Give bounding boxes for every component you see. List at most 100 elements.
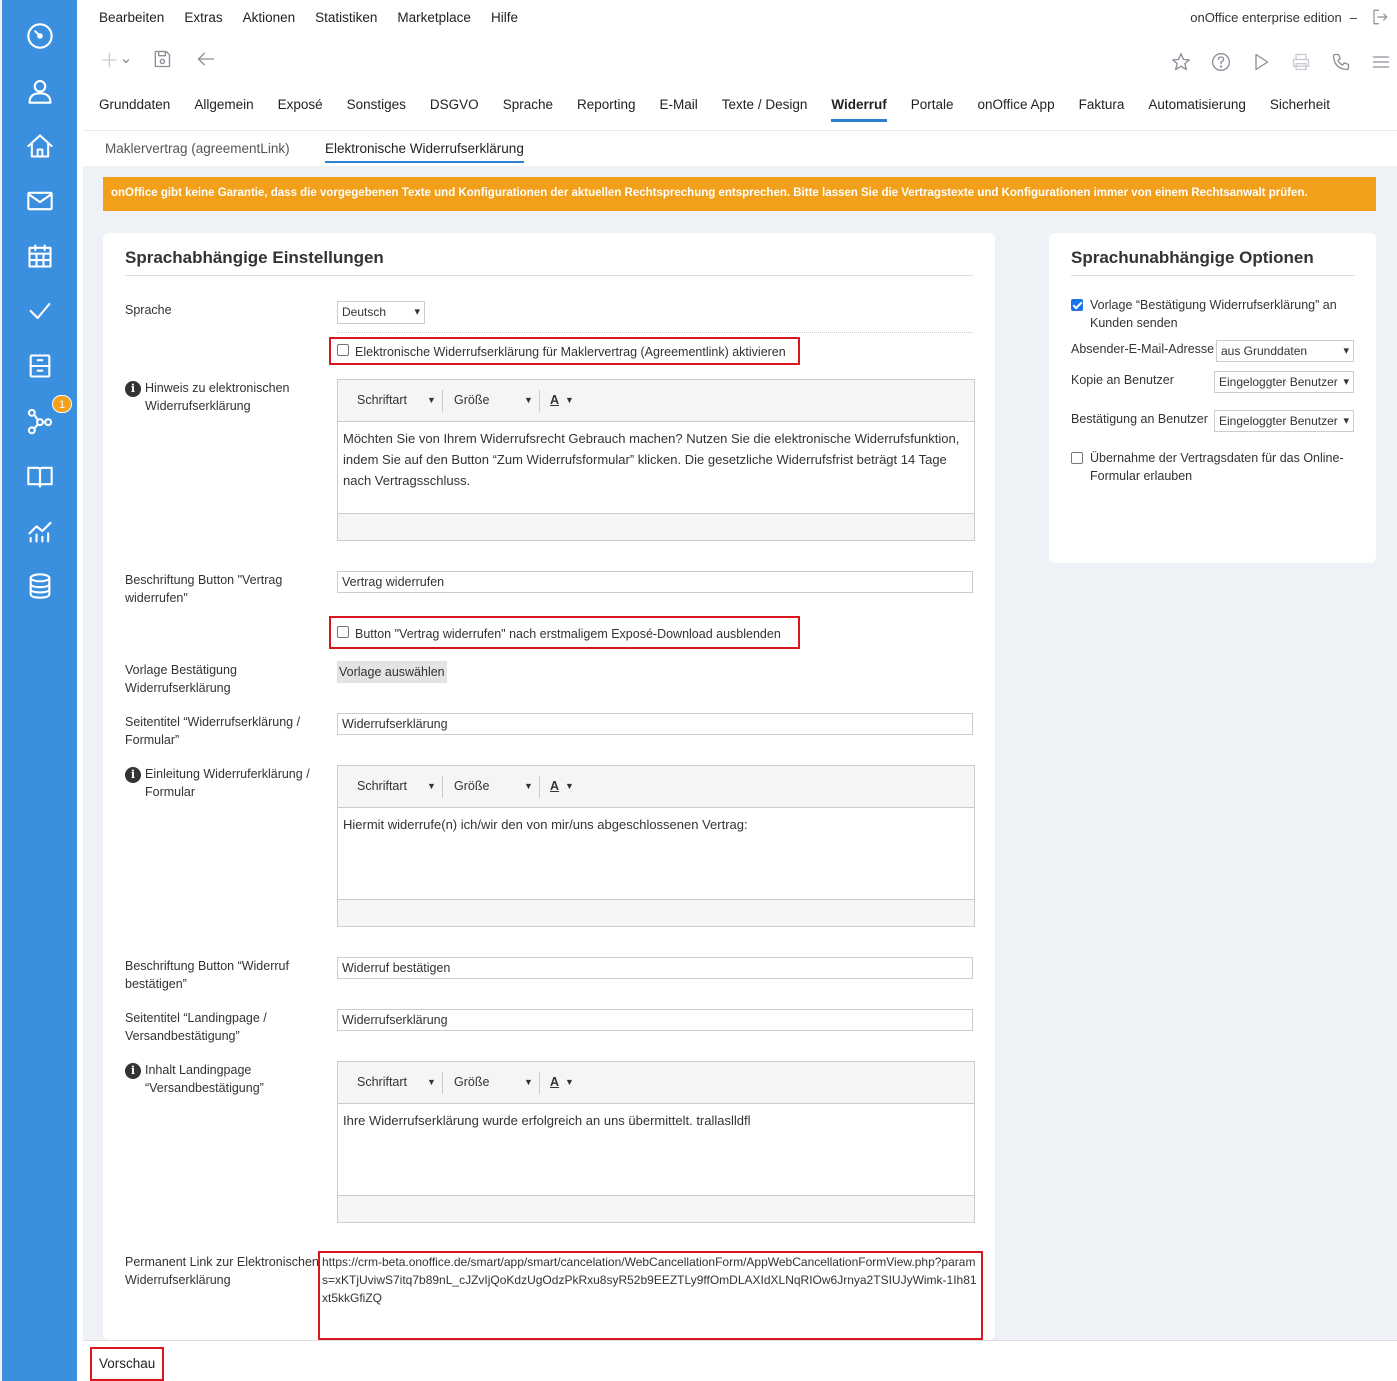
absender-select[interactable]: aus Grunddaten ▾	[1216, 340, 1354, 362]
btn-vertrag-input[interactable]: Vertrag widerrufen	[337, 571, 973, 593]
sprache-select[interactable]: Deutsch ▾	[337, 301, 425, 324]
mail-icon[interactable]	[25, 186, 55, 216]
main-tabs: Grunddaten Allgemein Exposé Sonstiges DS…	[99, 97, 1354, 122]
book-icon[interactable]	[25, 461, 55, 491]
activate-checkbox-label: Elektronische Widerrufserklärung für Mak…	[355, 345, 786, 359]
phone-icon[interactable]	[1330, 51, 1352, 73]
subtab-elektronische-widerrufserklaerung[interactable]: Elektronische Widerrufserklärung	[325, 141, 524, 163]
tab-expose[interactable]: Exposé	[278, 97, 323, 122]
tab-faktura[interactable]: Faktura	[1079, 97, 1125, 122]
chevron-down-icon: ▼	[565, 1077, 574, 1087]
kopie-label: Kopie an Benutzer	[1071, 373, 1174, 387]
toolbar-separator	[442, 1072, 443, 1094]
sidebar: 1	[0, 0, 77, 1381]
einleitung-editor[interactable]: Schriftart ▼ Größe ▼ A ▼ Hiermit widerru…	[337, 765, 975, 927]
tab-sicherheit[interactable]: Sicherheit	[1270, 97, 1330, 122]
font-family-dropdown[interactable]: Schriftart	[357, 393, 407, 407]
info-icon: i	[125, 1063, 141, 1079]
divider	[125, 275, 973, 276]
font-size-dropdown[interactable]: Größe	[454, 1075, 489, 1089]
landing-content-editor-content[interactable]: Ihre Widerrufserklärung wurde erfolgreic…	[338, 1104, 974, 1137]
help-icon[interactable]	[1210, 51, 1232, 73]
text-color-icon[interactable]: A	[550, 779, 559, 793]
uebernahme-checkbox[interactable]	[1071, 452, 1083, 464]
menu-bearbeiten[interactable]: Bearbeiten	[99, 10, 164, 25]
hinweis-editor[interactable]: Schriftart ▼ Größe ▼ A ▼ Möchten Sie von…	[337, 379, 975, 541]
landing-title-label: Seitentitel “Landingpage / Versandbestät…	[125, 1011, 267, 1043]
font-size-dropdown[interactable]: Größe	[454, 393, 489, 407]
star-icon[interactable]	[1170, 51, 1192, 73]
chevron-down-icon: ▼	[524, 1077, 533, 1087]
font-size-dropdown[interactable]: Größe	[454, 779, 489, 793]
preview-button[interactable]: Vorschau	[99, 1356, 155, 1371]
btn-bestaetigen-label: Beschriftung Button “Widerruf bestätigen…	[125, 959, 289, 991]
notification-badge: 1	[52, 395, 72, 413]
text-color-icon[interactable]: A	[550, 393, 559, 407]
check-icon[interactable]	[25, 296, 55, 326]
menu-statistiken[interactable]: Statistiken	[315, 10, 377, 25]
chevron-down-icon: ▾	[1343, 414, 1349, 427]
btn-vertrag-label: Beschriftung Button "Vertrag widerrufen"	[125, 573, 283, 605]
text-color-icon[interactable]: A	[550, 1075, 559, 1089]
edition-minimize[interactable]: –	[1350, 10, 1357, 25]
permalink-url[interactable]: https://crm-beta.onoffice.de/smart/app/s…	[322, 1253, 977, 1307]
tab-sprache[interactable]: Sprache	[503, 97, 553, 122]
print-icon[interactable]	[1290, 51, 1312, 73]
vorlage-senden-checkbox[interactable]	[1071, 299, 1083, 311]
landing-title-input[interactable]: Widerrufserklärung	[337, 1009, 973, 1031]
kopie-select-value: Eingeloggter Benutzer	[1219, 375, 1338, 389]
seitentitel-input[interactable]: Widerrufserklärung	[337, 713, 973, 735]
toolbar-separator	[539, 390, 540, 412]
permalink-label: Permanent Link zur Elektronischen Widerr…	[125, 1255, 319, 1287]
einleitung-editor-content[interactable]: Hiermit widerrufe(n) ich/wir den von mir…	[338, 808, 974, 841]
editor-toolbar: Schriftart ▼ Größe ▼ A ▼	[338, 380, 974, 422]
tab-email[interactable]: E-Mail	[660, 97, 698, 122]
menu-hamburger-icon[interactable]	[1370, 51, 1392, 73]
tab-onoffice-app[interactable]: onOffice App	[978, 97, 1055, 122]
tab-allgemein[interactable]: Allgemein	[194, 97, 253, 122]
chevron-down-icon: ▾	[1343, 375, 1349, 388]
play-icon[interactable]	[1250, 51, 1272, 73]
calendar-icon[interactable]	[25, 241, 55, 271]
vorlage-label: Vorlage Bestätigung Widerrufserklärung	[125, 663, 237, 695]
tab-widerruf[interactable]: Widerruf	[831, 97, 887, 122]
font-family-dropdown[interactable]: Schriftart	[357, 1075, 407, 1089]
cabinet-icon[interactable]	[25, 351, 55, 381]
hinweis-editor-content[interactable]: Möchten Sie von Ihrem Widerrufsrecht Geb…	[338, 422, 974, 497]
menu-hilfe[interactable]: Hilfe	[491, 10, 518, 25]
database-icon[interactable]	[25, 571, 55, 601]
logout-icon[interactable]	[1371, 8, 1389, 26]
bestaetigung-select[interactable]: Eingeloggter Benutzer ▾	[1214, 410, 1354, 432]
left-card-title: Sprachabhängige Einstellungen	[125, 248, 384, 267]
menu-extras[interactable]: Extras	[184, 10, 222, 25]
statistics-icon[interactable]	[25, 516, 55, 546]
einleitung-label: Einleitung Widerruferklärung / Formular	[145, 767, 310, 799]
landing-content-editor[interactable]: Schriftart ▼ Größe ▼ A ▼ Ihre Widerrufse…	[337, 1061, 975, 1223]
top-menu: Bearbeiten Extras Aktionen Statistiken M…	[99, 10, 538, 25]
sub-tabs: Maklervertrag (agreementLink) Elektronis…	[83, 130, 1397, 166]
vorlage-auswaehlen-button[interactable]: Vorlage auswählen	[337, 661, 447, 683]
hide-button-checkbox[interactable]	[337, 626, 349, 638]
tab-portale[interactable]: Portale	[911, 97, 954, 122]
back-arrow-icon[interactable]	[195, 48, 217, 70]
subtab-maklervertrag[interactable]: Maklervertrag (agreementLink)	[105, 141, 290, 161]
tab-grunddaten[interactable]: Grunddaten	[99, 97, 170, 122]
kopie-select[interactable]: Eingeloggter Benutzer ▾	[1214, 371, 1354, 393]
tab-texte-design[interactable]: Texte / Design	[722, 97, 808, 122]
chevron-down-icon: ▼	[565, 395, 574, 405]
btn-bestaetigen-input[interactable]: Widerruf bestätigen	[337, 957, 973, 979]
font-family-dropdown[interactable]: Schriftart	[357, 779, 407, 793]
tab-sonstiges[interactable]: Sonstiges	[347, 97, 406, 122]
tab-reporting[interactable]: Reporting	[577, 97, 636, 122]
tab-dsgvo[interactable]: DSGVO	[430, 97, 479, 122]
new-dropdown-button[interactable]	[99, 49, 133, 71]
process-icon[interactable]	[25, 406, 55, 436]
save-icon[interactable]	[151, 48, 173, 70]
dashboard-icon[interactable]	[25, 21, 55, 51]
activate-checkbox[interactable]	[337, 344, 349, 356]
home-icon[interactable]	[25, 131, 55, 161]
menu-aktionen[interactable]: Aktionen	[243, 10, 296, 25]
tab-automatisierung[interactable]: Automatisierung	[1148, 97, 1246, 122]
menu-marketplace[interactable]: Marketplace	[397, 10, 471, 25]
user-icon[interactable]	[25, 76, 55, 106]
